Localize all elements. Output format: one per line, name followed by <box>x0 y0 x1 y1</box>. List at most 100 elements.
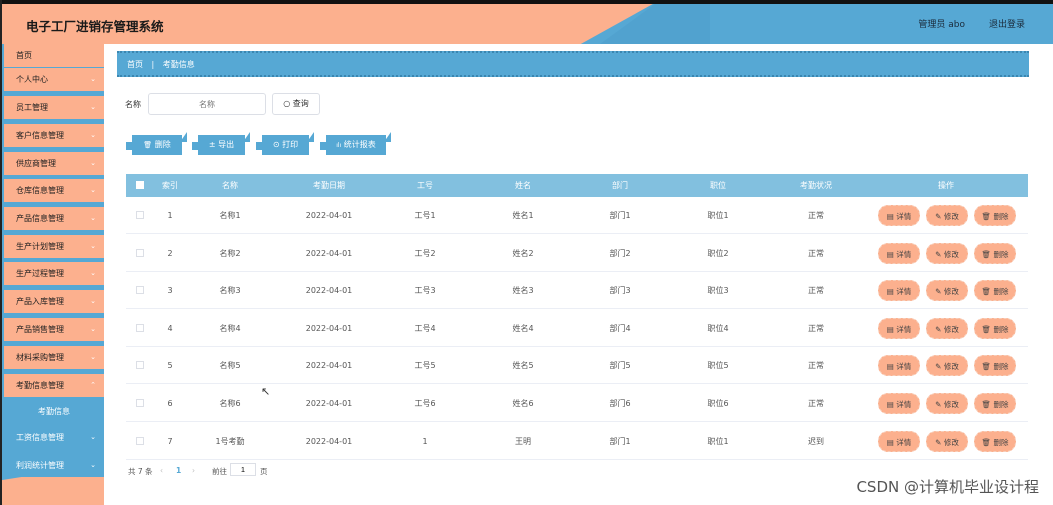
table-header: 索引 名称 考勤日期 工号 姓名 部门 职位 考勤状况 操作 <box>126 174 1028 197</box>
cell-status: 正常 <box>808 399 824 408</box>
sidebar-item-11[interactable]: 材料采购管理 ⌄ <box>4 346 104 369</box>
row-delete-button[interactable]: 🗑 删除 <box>974 317 1016 339</box>
sidebar-item-2[interactable]: 员工管理 ⌄ <box>4 96 104 119</box>
column-header-3: 工号 <box>417 181 433 190</box>
cell-person: 姓名5 <box>512 361 534 371</box>
edit-button-label: 修改 <box>943 362 959 372</box>
mouse-cursor-icon: ↖ <box>261 385 271 398</box>
doc-icon: ▤ <box>886 212 894 221</box>
pagination-page[interactable]: 1 <box>176 466 181 475</box>
cell-pos: 职位4 <box>707 323 729 333</box>
column-header-4: 姓名 <box>515 181 531 190</box>
cell-date: 2022-04-01 <box>305 248 353 258</box>
doc-icon: ▤ <box>886 400 894 409</box>
search-button[interactable]: ○ 查询 <box>272 93 320 115</box>
detail-button[interactable]: ▤ 详情 <box>878 393 920 414</box>
detail-button[interactable]: ▤ 详情 <box>878 355 920 377</box>
cell-pos: 职位6 <box>707 399 729 408</box>
pagination-prev[interactable]: ‹ <box>160 466 163 475</box>
pagination-goto-input[interactable] <box>230 463 256 476</box>
cell-dept: 部门1 <box>609 436 631 446</box>
edit-button[interactable]: ✎ 修改 <box>926 242 968 264</box>
pagination-next[interactable]: › <box>192 466 195 475</box>
delete-button[interactable]: 🗑 删除 <box>126 135 182 155</box>
cell-person: 姓名6 <box>512 399 534 408</box>
trash-icon: 🗑 <box>981 437 992 447</box>
delete-button-label: 删除 <box>154 140 171 149</box>
cell-date: 2022-04-01 <box>305 361 353 371</box>
sidebar-item-10[interactable]: 产品销售管理 ⌄ <box>4 318 104 341</box>
detail-button[interactable]: ▤ 详情 <box>878 317 920 339</box>
chevron-icon: ⌄ <box>90 131 96 139</box>
logout-link[interactable]: 退出登录 <box>989 17 1025 30</box>
column-header-8: 操作 <box>938 181 954 190</box>
sidebar-item-label: 生产过程管理 <box>16 269 64 278</box>
chevron-icon: ⌄ <box>90 325 96 333</box>
breadcrumb: 首页 | 考勤信息 <box>117 51 1029 77</box>
detail-button[interactable]: ▤ 详情 <box>878 205 920 226</box>
sidebar-item-label: 仓库信息管理 <box>16 186 64 195</box>
sidebar-item-0[interactable]: 首页 <box>4 44 104 67</box>
cell-person: 王明 <box>515 436 531 446</box>
column-header-6: 职位 <box>710 181 726 190</box>
table-row: 7 1号考勤 2022-04-01 1 王明 部门1 职位1 迟到 ▤ 详情 ✎ 修改 🗑 删除 <box>126 423 1028 460</box>
sidebar-item-9[interactable]: 产品入库管理 ⌄ <box>4 290 104 313</box>
stats-report-button[interactable]: ılı 统计报表 <box>320 135 386 155</box>
edit-button[interactable]: ✎ 修改 <box>926 280 968 302</box>
row-delete-button[interactable]: 🗑 删除 <box>974 430 1016 452</box>
chevron-icon: ⌄ <box>90 461 96 469</box>
row-delete-button[interactable]: 🗑 删除 <box>974 242 1016 264</box>
sidebar-item-12[interactable]: 考勤信息管理 ⌃ <box>4 374 104 397</box>
row-delete-button[interactable]: 🗑 删除 <box>974 393 1016 414</box>
column-header-1: 名称 <box>222 181 238 190</box>
chevron-icon: ⌄ <box>90 186 96 194</box>
doc-icon: ▤ <box>886 324 894 334</box>
sidebar-item-5[interactable]: 仓库信息管理 ⌄ <box>4 179 104 202</box>
sidebar-item-4[interactable]: 供应商管理 ⌄ <box>4 152 104 175</box>
trash-icon: 🗑 <box>981 249 992 259</box>
detail-button[interactable]: ▤ 详情 <box>878 430 920 452</box>
edit-button[interactable]: ✎ 修改 <box>926 317 968 339</box>
edit-button-label: 修改 <box>943 287 959 297</box>
table-row: 3 名称3 2022-04-01 工号3 姓名3 部门3 职位3 正常 ▤ 详情 ✎ 修改 🗑 删除 <box>126 272 1028 310</box>
row-delete-button[interactable]: 🗑 删除 <box>974 205 1016 226</box>
edit-button[interactable]: ✎ 修改 <box>926 205 968 226</box>
sidebar-item-13[interactable]: 考勤信息 <box>4 400 104 423</box>
sidebar-item-1[interactable]: 个人中心 ⌄ <box>4 68 104 91</box>
detail-button-label: 详情 <box>896 362 912 372</box>
search-input[interactable] <box>148 93 266 115</box>
detail-button[interactable]: ▤ 详情 <box>878 242 920 264</box>
sidebar-item-label: 产品入库管理 <box>16 297 64 306</box>
sidebar-item-3[interactable]: 客户信息管理 ⌄ <box>4 124 104 147</box>
export-button[interactable]: ± 导出 <box>192 135 245 155</box>
chevron-icon: ⌄ <box>90 297 96 305</box>
watermark: CSDN @计算机毕业设计程 <box>856 478 1039 496</box>
sidebar-item-6[interactable]: 产品信息管理 ⌄ <box>4 207 104 230</box>
cell-no: 工号2 <box>414 248 436 258</box>
breadcrumb-home[interactable]: 首页 <box>127 60 143 69</box>
edit-button[interactable]: ✎ 修改 <box>926 355 968 377</box>
sidebar-item-label: 员工管理 <box>16 103 48 112</box>
sidebar-item-label: 利润统计管理 <box>16 461 64 470</box>
row-delete-button[interactable]: 🗑 删除 <box>974 280 1016 302</box>
detail-button[interactable]: ▤ 详情 <box>878 280 920 302</box>
sidebar-item-15[interactable]: 利润统计管理 ⌄ <box>4 454 104 477</box>
detail-button-label: 详情 <box>896 400 912 409</box>
row-delete-button[interactable]: 🗑 删除 <box>974 355 1016 377</box>
sidebar-item-label: 产品信息管理 <box>16 214 64 223</box>
sidebar-item-label: 产品销售管理 <box>16 325 64 334</box>
doc-icon: ▤ <box>886 287 894 297</box>
print-button[interactable]: ⊙ 打印 <box>256 135 309 155</box>
sidebar-item-8[interactable]: 生产过程管理 ⌄ <box>4 262 104 285</box>
detail-button-label: 详情 <box>896 212 912 221</box>
cell-dept: 部门5 <box>609 361 631 371</box>
row-delete-button-label: 删除 <box>993 437 1009 447</box>
sidebar-item-7[interactable]: 生产计划管理 ⌄ <box>4 235 104 258</box>
edit-button[interactable]: ✎ 修改 <box>926 393 968 414</box>
chevron-icon: ⌄ <box>90 269 96 277</box>
cell-date: 2022-04-01 <box>305 211 353 220</box>
sidebar-item-14[interactable]: 工资信息管理 ⌄ <box>4 426 104 449</box>
edit-button[interactable]: ✎ 修改 <box>926 430 968 452</box>
doc-icon: ▤ <box>886 437 894 447</box>
chevron-icon: ⌄ <box>90 353 96 361</box>
